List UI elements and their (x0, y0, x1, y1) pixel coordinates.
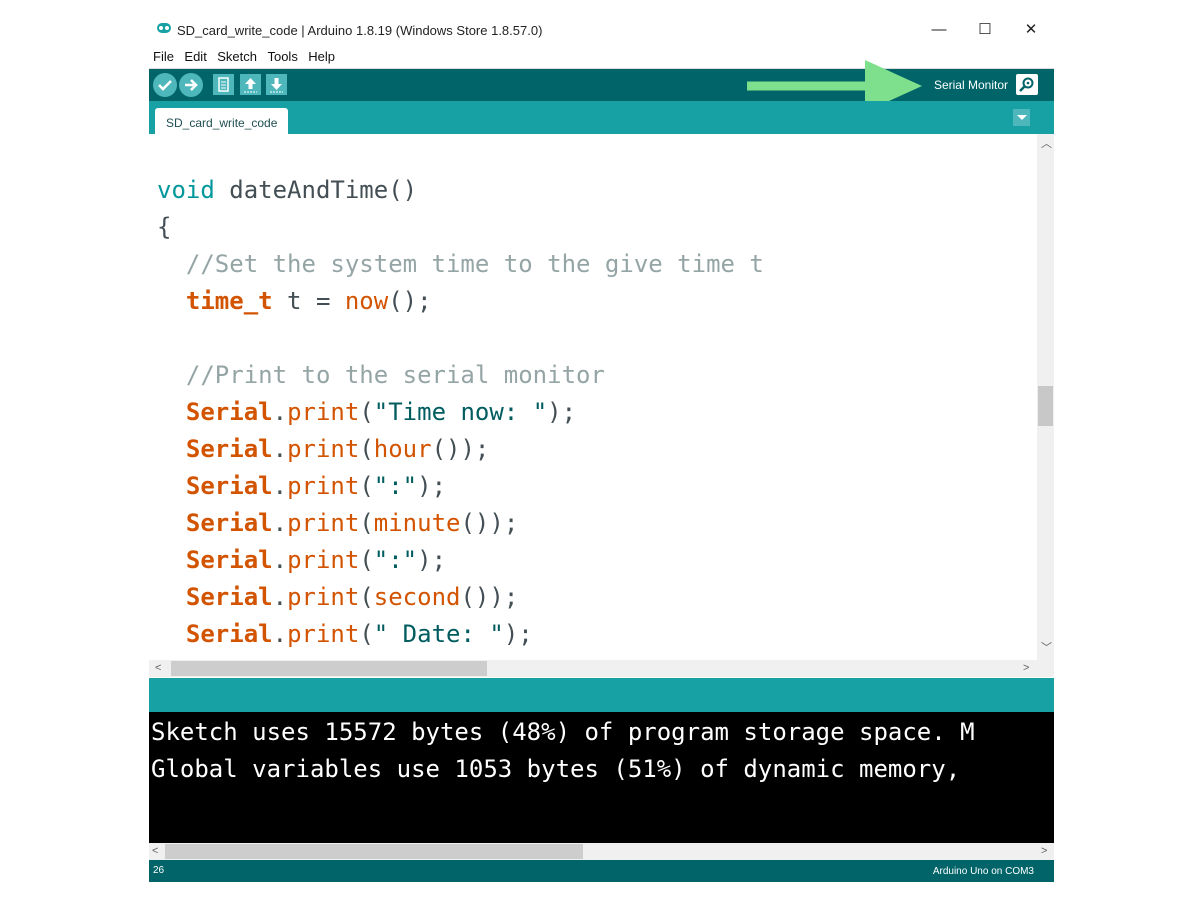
function-name: print (287, 583, 360, 611)
maximize-button[interactable]: ☐ (965, 18, 1005, 42)
function-name: print (287, 509, 360, 537)
upload-icon (185, 79, 198, 91)
save-button[interactable] (266, 74, 287, 95)
code-line: { (157, 213, 172, 241)
menu-edit[interactable]: Edit (184, 48, 206, 66)
scroll-thumb[interactable] (1038, 386, 1053, 426)
board-port-label: Arduino Uno on COM3 (932, 866, 1034, 877)
code-line: Serial.print(":"); (185, 546, 447, 574)
keyword: void (157, 176, 215, 204)
code-editor[interactable]: void dateAndTime() { //Set the system ti… (149, 134, 1037, 660)
editor-vertical-scrollbar[interactable]: ︿ ﹀ (1037, 134, 1054, 660)
line-number: 26 (153, 865, 165, 876)
scroll-left-icon[interactable]: < (155, 660, 161, 677)
close-button[interactable]: ✕ (1011, 18, 1051, 42)
code-line: //Set the system time to the give time t (157, 250, 764, 278)
status-bar: 26 Arduino Uno on COM3 (149, 860, 1054, 882)
function-name: minute (373, 509, 461, 537)
tab-menu-dropdown-icon[interactable] (1013, 109, 1030, 126)
upload-button[interactable] (179, 73, 203, 97)
code-text: void dateAndTime() { //Set the system ti… (157, 172, 764, 653)
string-literal: ":" (373, 472, 418, 500)
arduino-ide-window: SD_card_write_code | Arduino 1.8.19 (Win… (149, 14, 1054, 882)
arduino-logo-icon (157, 23, 171, 33)
window-title: SD_card_write_code | Arduino 1.8.19 (Win… (177, 23, 543, 38)
editor-horizontal-scrollbar[interactable]: < > (149, 660, 1054, 677)
function-name: print (287, 472, 360, 500)
open-button[interactable] (240, 74, 261, 95)
menu-file[interactable]: File (153, 48, 174, 66)
new-button[interactable] (213, 74, 234, 95)
tab-sd-card-write-code[interactable]: SD_card_write_code (155, 108, 289, 134)
scroll-left-icon[interactable]: < (152, 843, 158, 860)
keyword: Serial (185, 472, 273, 500)
tab-bar: SD_card_write_code (149, 101, 1054, 134)
save-icon (270, 78, 283, 93)
function-name: print (287, 435, 360, 463)
code-line: Serial.print(second()); (185, 583, 519, 611)
code-line: Serial.print(hour()); (185, 435, 490, 463)
code-line: void dateAndTime() (157, 176, 418, 204)
console-header (149, 678, 1054, 712)
menu-help[interactable]: Help (308, 48, 335, 66)
title-bar: SD_card_write_code | Arduino 1.8.19 (Win… (149, 14, 1054, 48)
keyword: Serial (185, 435, 273, 463)
code-line: time_t t = now(); (185, 287, 432, 315)
function-name: hour (373, 435, 432, 463)
console-output[interactable]: Sketch uses 15572 bytes (48%) of program… (149, 712, 1054, 843)
scroll-thumb[interactable] (171, 661, 487, 676)
scroll-right-icon[interactable]: > (1023, 660, 1029, 677)
keyword: Serial (185, 398, 273, 426)
magnifier-icon (1019, 77, 1034, 92)
keyword: Serial (185, 620, 273, 648)
verify-button[interactable] (153, 73, 177, 97)
new-icon (218, 77, 229, 92)
serial-monitor-button[interactable] (1016, 74, 1038, 95)
menu-tools[interactable]: Tools (267, 48, 297, 66)
function-name: print (287, 546, 360, 574)
open-icon (244, 78, 257, 93)
minimize-button[interactable]: — (919, 18, 959, 42)
scroll-down-icon[interactable]: ﹀ (1041, 640, 1052, 657)
string-literal: ":" (373, 546, 418, 574)
keyword: Serial (185, 546, 273, 574)
function-name: print (287, 620, 360, 648)
code-line: Serial.print(":"); (185, 472, 447, 500)
verify-icon (158, 80, 172, 91)
code-line: //Print to the serial monitor (157, 361, 605, 389)
code-line: Serial.print(minute()); (185, 509, 519, 537)
serial-monitor-label: Serial Monitor (933, 78, 1008, 92)
code-line: Serial.print(" Date: "); (185, 620, 533, 648)
function-name: now (344, 287, 389, 315)
menu-sketch[interactable]: Sketch (217, 48, 257, 66)
function-name: print (287, 398, 360, 426)
string-literal: " Date: " (373, 620, 504, 648)
console-line: Global variables use 1053 bytes (51%) of… (151, 755, 961, 783)
string-literal: "Time now: " (373, 398, 548, 426)
scroll-thumb[interactable] (165, 844, 583, 859)
code-line: Serial.print("Time now: "); (185, 398, 577, 426)
keyword: Serial (185, 509, 273, 537)
scroll-up-icon[interactable]: ︿ (1041, 136, 1052, 153)
console-horizontal-scrollbar[interactable]: < > (149, 843, 1054, 860)
scroll-right-icon[interactable]: > (1041, 843, 1047, 860)
keyword: Serial (185, 583, 273, 611)
function-name: second (373, 583, 461, 611)
keyword: time_t (185, 287, 273, 315)
console-line: Sketch uses 15572 bytes (48%) of program… (151, 718, 975, 746)
